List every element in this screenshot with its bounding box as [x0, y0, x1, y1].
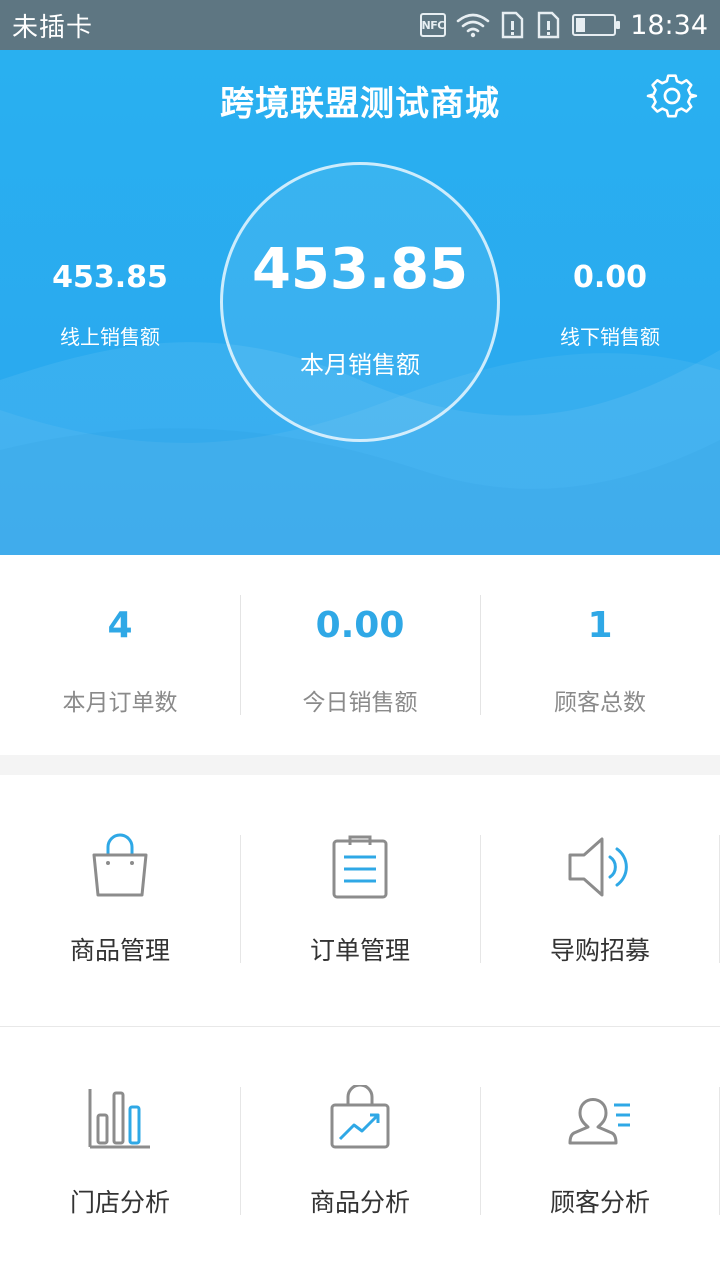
page-title: 跨境联盟测试商城 — [220, 84, 500, 124]
sim-alert-icon-2 — [536, 11, 562, 39]
menu-item-order-management[interactable]: 订单管理 — [240, 775, 480, 1027]
stat-label: 今日销售额 — [302, 690, 418, 716]
bar-chart-icon — [88, 1089, 150, 1149]
sales-header: 跨境联盟测试商城 453.85 线上销售额 453.85 本月销售额 0.00 … — [0, 50, 720, 555]
online-sales-stat: 453.85 线上销售额 — [10, 260, 210, 350]
nfc-icon: NFC — [420, 13, 447, 37]
stat-label: 本月订单数 — [62, 690, 178, 716]
menu-item-store-analysis[interactable]: 门店分析 — [0, 1027, 240, 1279]
offline-sales-stat: 0.00 线下销售额 — [510, 260, 710, 350]
gear-icon — [646, 74, 698, 118]
status-icons: NFC 18:34 — [420, 10, 708, 41]
trend-bag-icon — [330, 1085, 390, 1149]
menu-label: 导购招募 — [549, 936, 650, 965]
menu-label: 门店分析 — [69, 1188, 170, 1217]
stat-today-sales[interactable]: 0.00 今日销售额 — [240, 555, 480, 755]
menu-item-product-management[interactable]: 商品管理 — [0, 775, 240, 1027]
offline-sales-label: 线下销售额 — [560, 325, 660, 349]
sim-alert-icon-1 — [500, 11, 526, 39]
offline-sales-value: 0.00 — [572, 260, 648, 295]
menu-item-guide-recruit[interactable]: 导购招募 — [480, 775, 720, 1027]
menu-item-customer-analysis[interactable]: 顾客分析 — [480, 1027, 720, 1279]
settings-button[interactable] — [644, 70, 700, 126]
summary-stats: 4 本月订单数 0.00 今日销售额 1 顾客总数 — [0, 555, 720, 755]
user-list-icon — [568, 1098, 630, 1145]
nfc-text: NFC — [420, 13, 447, 37]
month-sales-value: 453.85 — [251, 237, 469, 302]
menu-label: 商品分析 — [309, 1188, 410, 1217]
stat-value: 1 — [587, 605, 613, 646]
stat-total-customers[interactable]: 1 顾客总数 — [480, 555, 720, 755]
battery-icon — [572, 14, 621, 36]
speaker-icon — [568, 837, 628, 897]
section-divider — [0, 755, 720, 775]
clipboard-icon — [332, 835, 388, 899]
stat-label: 顾客总数 — [554, 690, 646, 716]
online-sales-value: 453.85 — [52, 260, 168, 295]
stat-month-orders[interactable]: 4 本月订单数 — [0, 555, 240, 755]
menu-row: 门店分析 商品分析 顾客分析 — [0, 1027, 720, 1279]
menu-label: 订单管理 — [309, 936, 410, 965]
menu-label: 顾客分析 — [549, 1188, 650, 1217]
shopping-bag-icon — [92, 833, 148, 897]
stat-value: 4 — [107, 605, 133, 646]
menu-label: 商品管理 — [69, 936, 170, 965]
clock: 18:34 — [630, 9, 708, 41]
month-sales-label: 本月销售额 — [300, 351, 420, 379]
menu-row: 商品管理 订单管理 导购招募 — [0, 775, 720, 1027]
stat-value: 0.00 — [315, 605, 405, 646]
menu-item-product-analysis[interactable]: 商品分析 — [240, 1027, 480, 1279]
function-grid: 商品管理 订单管理 导购招募 门店分析 商品分析 顾客分析 — [0, 775, 720, 1280]
carrier-label: 未插卡 — [12, 12, 94, 43]
wifi-icon — [456, 12, 490, 38]
online-sales-label: 线上销售额 — [60, 325, 160, 349]
month-sales-circle: 453.85 本月销售额 — [220, 162, 500, 442]
status-bar: 未插卡 NFC 18:34 — [0, 0, 720, 50]
